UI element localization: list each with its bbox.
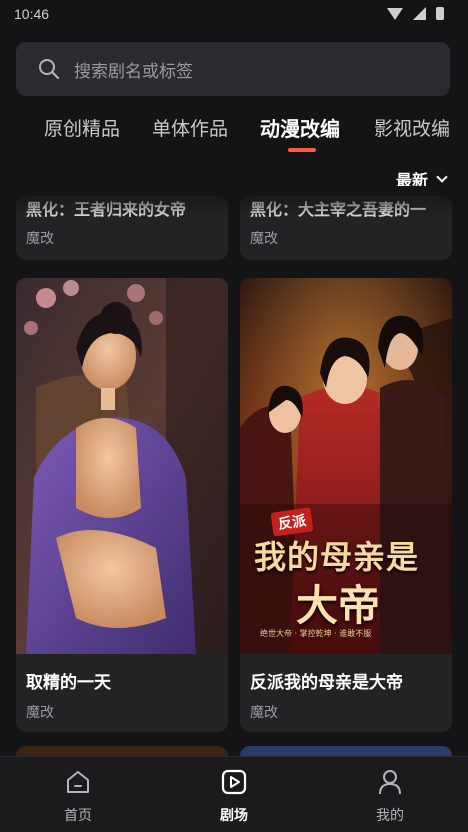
tab-anime-adaptation[interactable]: 动漫改编 (260, 113, 340, 142)
status-icons (387, 7, 444, 20)
chevron-down-icon (436, 171, 448, 183)
drama-card[interactable]: 反派 我的母亲是 大帝 绝世大帝 · 掌控乾坤 · 谁敢不服 反派我的母亲是大帝… (240, 278, 452, 732)
status-time: 10:46 (14, 6, 50, 22)
poster-image: 反派 我的母亲是 大帝 绝世大帝 · 掌控乾坤 · 谁敢不服 (240, 278, 452, 654)
nav-theater-label: 剧场 (220, 807, 248, 824)
card-title: 反派我的母亲是大帝 (250, 673, 403, 693)
nav-profile[interactable]: 我的 (312, 757, 468, 832)
category-tabs: 原创精品 单体作品 动漫改编 影视改编 (0, 108, 468, 154)
poster-image (16, 278, 228, 654)
home-icon (65, 769, 91, 799)
bottom-navigation: 首页 剧场 我的 (0, 756, 468, 832)
poster-caption: 绝世大帝 · 掌控乾坤 · 谁敢不服 (260, 629, 372, 638)
tab-single[interactable]: 单体作品 (152, 114, 228, 141)
card-tag: 魔改 (250, 705, 278, 721)
card-title: 取精的一天 (26, 673, 111, 693)
card-tag: 魔改 (250, 231, 278, 247)
battery-icon (436, 7, 444, 20)
search-input[interactable]: 搜索剧名或标签 (16, 42, 450, 96)
search-icon (38, 58, 60, 80)
card-tag: 魔改 (26, 231, 54, 247)
status-bar: 10:46 (0, 0, 468, 30)
poster-headline-line2: 大帝 (296, 581, 381, 630)
wifi-icon (387, 7, 403, 20)
nav-home[interactable]: 首页 (0, 757, 156, 832)
nav-theater[interactable]: 剧场 (156, 757, 312, 832)
drama-card[interactable]: 取精的一天 魔改 (16, 278, 228, 732)
signal-icon (413, 7, 426, 20)
tab-film-adaptation[interactable]: 影视改编 (374, 114, 450, 141)
nav-home-label: 首页 (64, 807, 92, 824)
user-icon (377, 769, 403, 799)
play-icon (221, 769, 247, 799)
card-tag: 魔改 (26, 705, 54, 721)
search-placeholder: 搜索剧名或标签 (74, 61, 193, 82)
nav-profile-label: 我的 (376, 807, 404, 824)
active-tab-indicator (288, 148, 316, 152)
tab-original[interactable]: 原创精品 (44, 114, 120, 141)
scroll-fade (0, 186, 468, 216)
